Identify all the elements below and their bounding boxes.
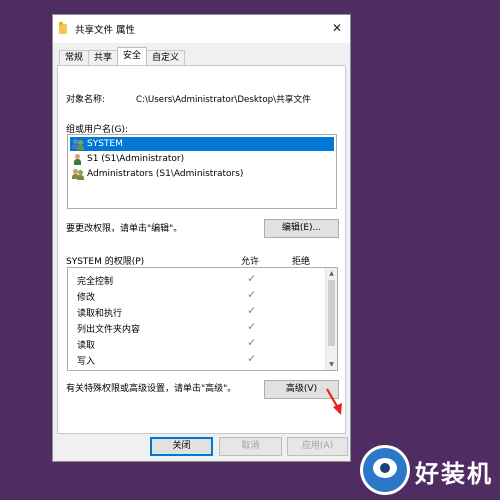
permission-name: 完全控制 (77, 277, 114, 287)
scroll-up-arrow-icon[interactable]: ▲ (326, 268, 337, 279)
users-listbox[interactable]: SYSTEM S1 (S1\Administrator) Administrat… (67, 134, 337, 209)
allow-check-icon: ✓ (247, 320, 257, 333)
security-panel: 对象名称: C:\Users\Administrator\Desktop\共享文… (57, 65, 346, 434)
permission-name: 读取和执行 (77, 309, 123, 319)
permissions-list[interactable]: 完全控制 ✓ 修改 ✓ 读取和执行 ✓ 列出文件夹内容 ✓ 读取 ✓ 写入 ✓ (67, 267, 338, 371)
watermark-logo: 好装机 (363, 448, 493, 492)
permission-row: 读取 ✓ (68, 335, 326, 351)
user-group-icon (72, 138, 85, 150)
permission-name: 修改 (77, 293, 96, 303)
tab-customize[interactable]: 自定义 (146, 50, 186, 65)
scroll-thumb[interactable] (328, 280, 335, 346)
scroll-down-arrow-icon[interactable]: ▼ (326, 359, 337, 370)
permission-row: 列出文件夹内容 ✓ (68, 319, 326, 335)
allow-column-header: 允许 (241, 257, 260, 267)
change-permissions-hint: 要更改权限，请单击"编辑"。 (66, 224, 183, 234)
user-name: S1 (S1\Administrator) (87, 154, 185, 164)
watermark-text: 好装机 (415, 460, 493, 488)
user-group-icon (72, 168, 85, 180)
close-icon[interactable]: ✕ (330, 21, 344, 35)
deny-column-header: 拒绝 (292, 257, 311, 267)
list-item-system[interactable]: SYSTEM (70, 137, 334, 151)
apply-button[interactable]: 应用(A) (287, 437, 348, 456)
allow-check-icon: ✓ (247, 336, 257, 349)
close-button[interactable]: 关闭 (150, 437, 213, 456)
tab-sharing[interactable]: 共享 (88, 50, 119, 65)
edit-button[interactable]: 编辑(E)... (264, 219, 339, 238)
permission-row: 写入 ✓ (68, 351, 326, 367)
red-arrow-icon (326, 388, 342, 415)
tab-security[interactable]: 安全 (117, 47, 148, 65)
user-name: SYSTEM (87, 139, 123, 149)
permission-row: 完全控制 ✓ (68, 271, 326, 287)
allow-check-icon: ✓ (247, 272, 257, 285)
permissions-scrollbar[interactable]: ▲ ▼ (325, 268, 337, 370)
tab-bar: 常规 共享 安全 自定义 (59, 47, 186, 65)
permission-name: 写入 (77, 357, 96, 367)
object-name-label: 对象名称: (66, 95, 106, 105)
object-name-value: C:\Users\Administrator\Desktop\共享文件 (136, 95, 311, 105)
user-icon (72, 153, 85, 165)
permission-row: 修改 ✓ (68, 287, 326, 303)
user-name: Administrators (S1\Administrators) (87, 169, 244, 179)
folder-icon (59, 22, 67, 34)
title-bar[interactable]: 共享文件 属性 ✕ (53, 15, 350, 43)
list-item-s1[interactable]: S1 (S1\Administrator) (70, 152, 184, 166)
window-title: 共享文件 属性 (75, 25, 136, 36)
permission-name: 列出文件夹内容 (77, 325, 141, 335)
advanced-settings-hint: 有关特殊权限或高级设置，请单击"高级"。 (66, 384, 237, 394)
allow-check-icon: ✓ (247, 288, 257, 301)
permission-name: 读取 (77, 341, 96, 351)
allow-check-icon: ✓ (247, 352, 257, 365)
cancel-button[interactable]: 取消 (219, 437, 282, 456)
list-item-administrators[interactable]: Administrators (S1\Administrators) (70, 167, 243, 181)
properties-dialog: 共享文件 属性 ✕ 常规 共享 安全 自定义 对象名称: C:\Users\Ad… (52, 14, 351, 462)
logo-eye-icon (363, 448, 407, 492)
permission-row: 读取和执行 ✓ (68, 303, 326, 319)
permissions-label: SYSTEM 的权限(P) (66, 257, 145, 267)
tab-general[interactable]: 常规 (59, 50, 90, 65)
allow-check-icon: ✓ (247, 304, 257, 317)
